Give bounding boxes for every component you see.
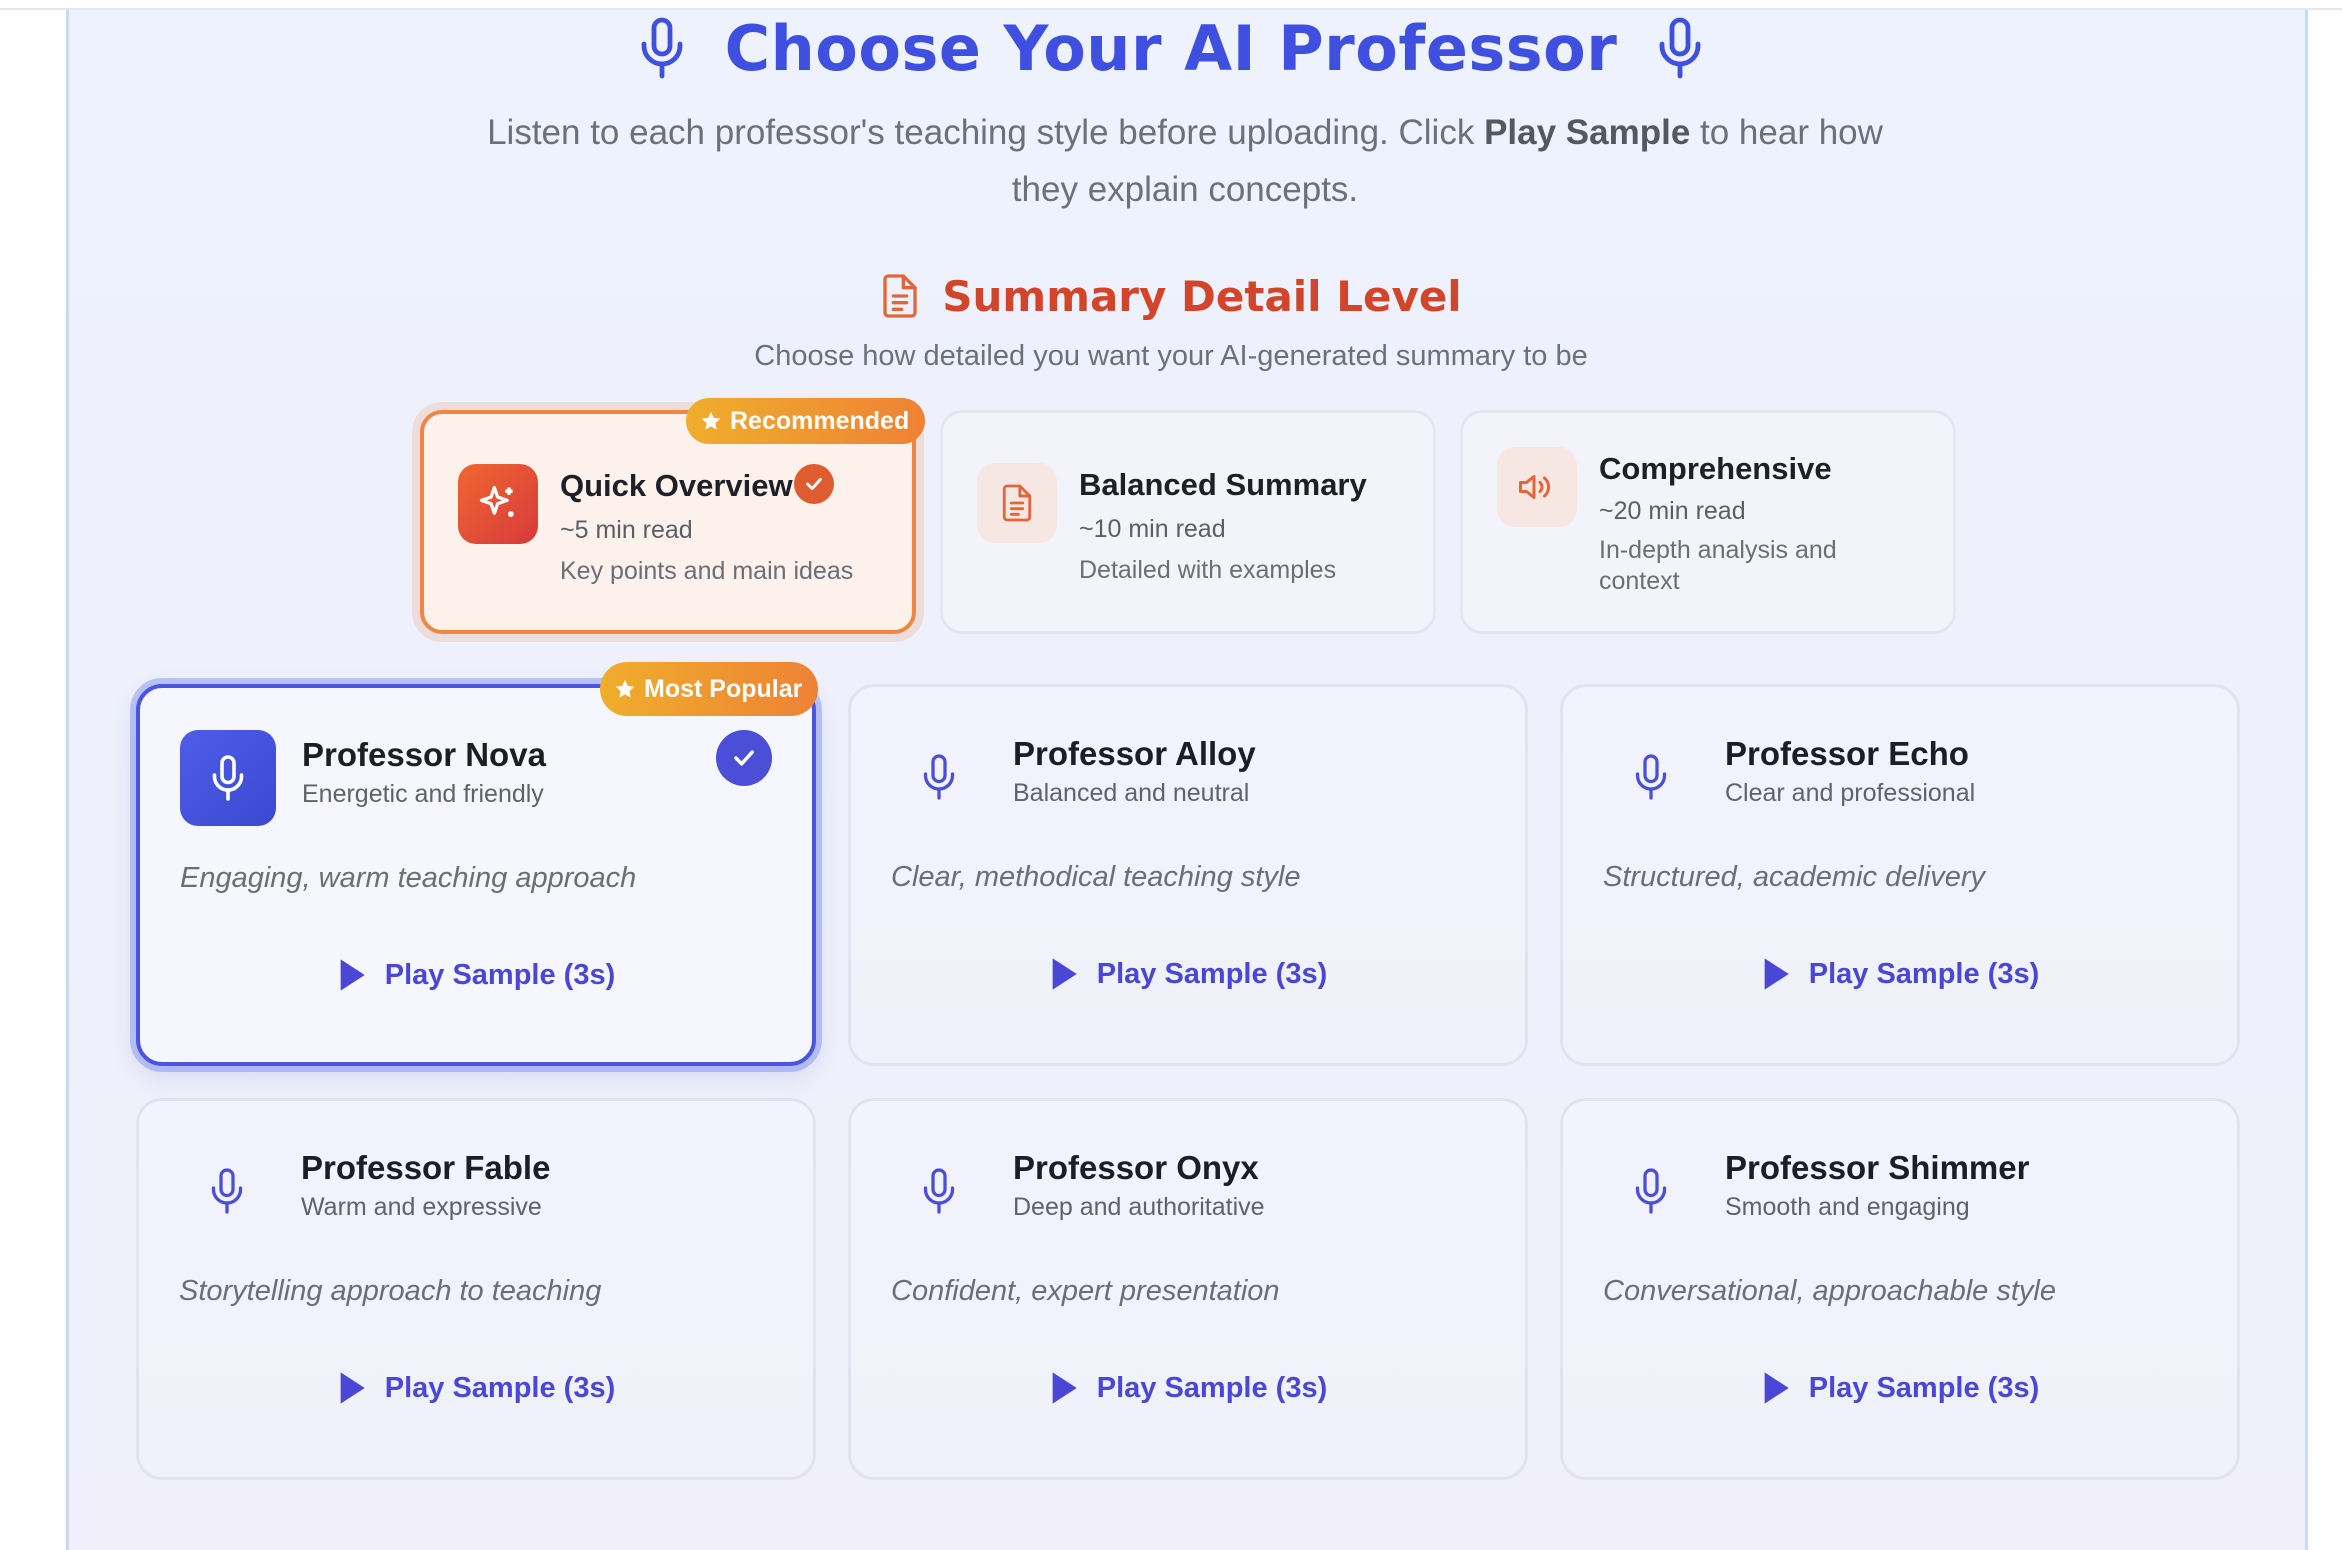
detail-option-desc: Key points and main ideas	[560, 557, 854, 585]
microphone-icon	[1603, 729, 1699, 825]
page-subtitle: Listen to each professor's teaching styl…	[487, 113, 1883, 209]
detail-option-name: Balanced Summary	[1079, 467, 1367, 502]
professor-tagline: Deep and authoritative	[1013, 1193, 1265, 1221]
page-header: Choose Your AI Professor	[0, 11, 2342, 85]
document-icon	[977, 463, 1057, 543]
play-icon	[1764, 958, 1789, 990]
star-icon	[615, 679, 635, 698]
microphone-icon	[180, 730, 276, 826]
summary-section-subtitle: Choose how detailed you want your AI-gen…	[754, 340, 1588, 372]
professor-name: Professor Nova	[302, 736, 546, 773]
play-sample-button[interactable]: Play Sample (3s)	[139, 1363, 813, 1413]
detail-option-name: Quick Overview	[560, 468, 793, 503]
professor-description: Engaging, warm teaching approach	[180, 862, 637, 894]
professor-tagline: Warm and expressive	[301, 1193, 542, 1221]
play-icon	[340, 1372, 365, 1404]
professor-description: Storytelling approach to teaching	[179, 1275, 602, 1307]
professor-description: Clear, methodical teaching style	[891, 861, 1301, 893]
professor-name: Professor Fable	[301, 1149, 551, 1186]
detail-option-desc: Detailed with examples	[1079, 556, 1337, 584]
professor-name: Professor Shimmer	[1725, 1149, 2030, 1186]
summary-section-header: Summary Detail Level	[0, 268, 2342, 324]
detail-option-name: Comprehensive	[1599, 451, 1832, 486]
play-sample-button[interactable]: Play Sample (3s)	[1563, 1363, 2237, 1413]
professor-tagline: Clear and professional	[1725, 779, 1976, 807]
professor-tagline: Smooth and engaging	[1725, 1193, 1970, 1221]
play-icon	[1052, 958, 1077, 990]
professor-tagline: Balanced and neutral	[1013, 779, 1250, 807]
professor-card-onyx[interactable]: Professor Onyx Deep and authoritative Co…	[848, 1098, 1528, 1480]
detail-option-time: ~10 min read	[1079, 515, 1226, 543]
play-icon	[1052, 1372, 1077, 1404]
detail-option-comprehensive[interactable]: Comprehensive ~20 min read In-depth anal…	[1460, 410, 1956, 634]
professor-name: Professor Echo	[1725, 735, 1969, 772]
recommended-badge: Recommended	[686, 398, 926, 444]
professor-description: Conversational, approachable style	[1603, 1275, 2056, 1307]
play-sample-button[interactable]: Play Sample (3s)	[1563, 949, 2237, 999]
play-sample-button[interactable]: Play Sample (3s)	[851, 949, 1525, 999]
sparkles-icon	[458, 464, 538, 544]
professor-card-echo[interactable]: Professor Echo Clear and professional St…	[1560, 684, 2240, 1066]
document-icon	[880, 272, 920, 320]
professor-description: Structured, academic delivery	[1603, 861, 1985, 893]
professor-name: Professor Alloy	[1013, 735, 1256, 772]
detail-option-desc: In-depth analysis and context	[1599, 536, 1837, 595]
professor-card-shimmer[interactable]: Professor Shimmer Smooth and engaging Co…	[1560, 1098, 2240, 1480]
page-title: Choose Your AI Professor	[724, 11, 1618, 85]
play-icon	[340, 959, 365, 991]
detail-option-time: ~20 min read	[1599, 497, 1746, 525]
most-popular-badge: Most Popular	[600, 662, 819, 716]
professor-card-alloy[interactable]: Professor Alloy Balanced and neutral Cle…	[848, 684, 1528, 1066]
microphone-icon	[179, 1143, 275, 1239]
microphone-icon	[1655, 16, 1705, 80]
professor-card-fable[interactable]: Professor Fable Warm and expressive Stor…	[136, 1098, 816, 1480]
top-bar	[0, 0, 2342, 10]
microphone-icon	[637, 16, 687, 80]
play-sample-button[interactable]: Play Sample (3s)	[851, 1363, 1525, 1413]
play-icon	[1764, 1372, 1789, 1404]
microphone-icon	[1603, 1143, 1699, 1239]
play-sample-button[interactable]: Play Sample (3s)	[140, 950, 812, 1000]
check-icon	[794, 464, 834, 504]
star-icon	[701, 411, 721, 430]
microphone-icon	[891, 729, 987, 825]
detail-option-balanced-summary[interactable]: Balanced Summary ~10 min read Detailed w…	[940, 410, 1436, 634]
speaker-icon	[1497, 447, 1577, 527]
selected-check-icon	[716, 730, 772, 786]
microphone-icon	[891, 1143, 987, 1239]
summary-section-title: Summary Detail Level	[942, 271, 1462, 321]
professor-name: Professor Onyx	[1013, 1149, 1259, 1186]
detail-option-time: ~5 min read	[560, 516, 693, 544]
professor-tagline: Energetic and friendly	[302, 780, 544, 808]
professor-card-nova[interactable]: Professor Nova Energetic and friendly En…	[136, 684, 816, 1066]
professor-description: Confident, expert presentation	[891, 1275, 1280, 1307]
